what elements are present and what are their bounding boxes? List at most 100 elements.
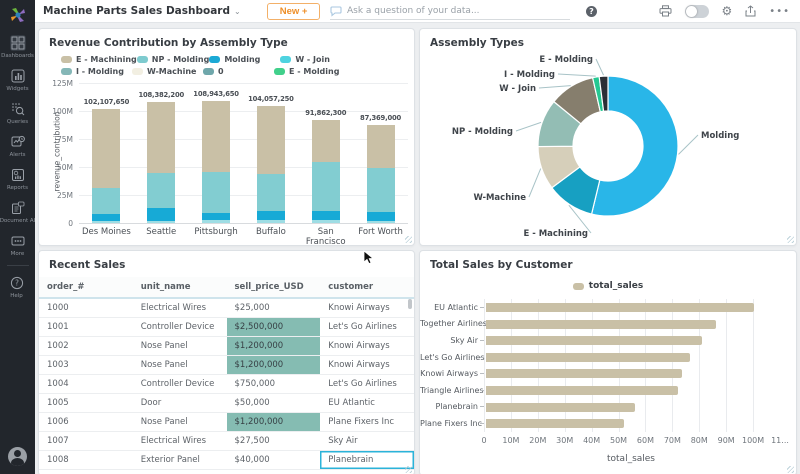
- stacked-bar-segment[interactable]: [366, 168, 395, 212]
- customer-sales-bar[interactable]: [486, 352, 691, 362]
- customer-sales-bar[interactable]: [486, 385, 679, 395]
- table-cell[interactable]: 1003: [39, 355, 133, 375]
- chevron-down-icon[interactable]: ⌄: [234, 7, 241, 16]
- sidebar-item-reports[interactable]: Reports: [1, 162, 34, 195]
- stacked-bar[interactable]: [147, 101, 176, 223]
- stacked-bar-segment[interactable]: [202, 220, 231, 223]
- table-cell[interactable]: Exterior Panel: [132, 450, 227, 470]
- table-scrollbar-thumb[interactable]: [408, 299, 412, 309]
- table-cell[interactable]: Interior Surface: [132, 469, 227, 474]
- resize-handle-icon[interactable]: [787, 236, 794, 243]
- customer-sales-bar[interactable]: [486, 419, 625, 429]
- print-icon[interactable]: [659, 5, 672, 17]
- stacked-bar-segment[interactable]: [366, 220, 395, 223]
- settings-gear-icon[interactable]: ⚙: [722, 5, 733, 17]
- sidebar-item-help[interactable]: ? Help: [0, 270, 33, 303]
- table-cell[interactable]: $750,000: [226, 374, 321, 394]
- stacked-bar-segment[interactable]: [147, 101, 176, 174]
- table-cell[interactable]: Knowi Airways: [320, 336, 414, 356]
- table-cell[interactable]: Controller Device: [132, 317, 227, 337]
- share-icon[interactable]: [745, 5, 756, 17]
- stacked-bar-segment[interactable]: [92, 108, 121, 189]
- table-cell[interactable]: 1002: [39, 336, 133, 356]
- stacked-bar-segment[interactable]: [256, 174, 285, 211]
- table-cell[interactable]: Let's Go Airlines: [320, 374, 414, 394]
- stacked-bar-segment[interactable]: [366, 125, 395, 169]
- table-cell[interactable]: EU Atlantic: [320, 393, 414, 413]
- column-header-unit-name[interactable]: unit_name: [132, 277, 227, 299]
- table-cell[interactable]: Door: [132, 393, 227, 413]
- table-cell[interactable]: $25,000: [226, 298, 321, 318]
- table-cell[interactable]: $40,000: [226, 450, 321, 470]
- stacked-bar-segment[interactable]: [147, 173, 176, 209]
- table-cell[interactable]: 1005: [39, 393, 133, 413]
- more-menu-icon[interactable]: •••: [769, 6, 790, 17]
- table-cell[interactable]: 1009: [39, 469, 133, 474]
- table-cell[interactable]: Let's Go Airlines: [320, 317, 414, 337]
- total-sales-legend[interactable]: total_sales: [420, 281, 796, 291]
- customer-sales-bar[interactable]: [486, 319, 716, 329]
- stacked-bar-segment[interactable]: [311, 211, 340, 220]
- resize-handle-icon[interactable]: [405, 466, 412, 473]
- stacked-bar-segment[interactable]: [256, 210, 285, 221]
- table-cell[interactable]: 1008: [39, 450, 133, 470]
- customer-sales-bar[interactable]: [486, 336, 703, 346]
- table-cell[interactable]: $5,000: [226, 469, 321, 474]
- knowi-logo-icon[interactable]: [0, 0, 35, 30]
- table-cell[interactable]: Planebrain: [320, 450, 414, 470]
- stacked-bar-segment[interactable]: [366, 211, 395, 221]
- table-cell[interactable]: 1007: [39, 431, 133, 451]
- sidebar-item-queries[interactable]: Queries: [1, 96, 34, 129]
- table-cell[interactable]: 1000: [39, 298, 133, 318]
- stacked-bar[interactable]: [202, 101, 231, 223]
- stacked-bar-segment[interactable]: [256, 106, 285, 175]
- stacked-bar[interactable]: [366, 125, 395, 223]
- table-cell[interactable]: Knowi Airways: [320, 298, 414, 318]
- table-cell[interactable]: 1001: [39, 317, 133, 337]
- stacked-bar-segment[interactable]: [311, 161, 340, 212]
- search-input[interactable]: [347, 5, 547, 16]
- customer-sales-bar[interactable]: [486, 303, 755, 312]
- table-cell[interactable]: Nose Panel: [132, 336, 227, 356]
- stacked-bar[interactable]: [92, 108, 121, 223]
- stacked-bar-segment[interactable]: [256, 220, 285, 223]
- sidebar-item-more[interactable]: More: [1, 228, 34, 261]
- table-cell[interactable]: $27,500: [226, 431, 321, 451]
- stacked-bar-segment[interactable]: [147, 208, 176, 222]
- stacked-bar-segment[interactable]: [202, 212, 231, 221]
- table-cell[interactable]: Sky Air: [320, 431, 414, 451]
- table-cell[interactable]: 1006: [39, 412, 133, 432]
- help-badge[interactable]: ?: [586, 5, 597, 17]
- sidebar-item-document-ai[interactable]: Document AI: [0, 195, 35, 228]
- table-cell[interactable]: Plane Fixers Inc: [320, 412, 414, 432]
- column-header-customer[interactable]: customer: [320, 277, 414, 299]
- table-cell[interactable]: $1,200,000: [226, 355, 321, 375]
- table-cell[interactable]: Electrical Wires: [132, 431, 227, 451]
- stacked-bar-segment[interactable]: [311, 120, 340, 162]
- table-cell[interactable]: Together Airlines: [320, 469, 414, 474]
- column-header-sell-price-usd[interactable]: sell_price_USD: [226, 277, 321, 299]
- customer-sales-bar[interactable]: [486, 402, 635, 412]
- stacked-bar-segment[interactable]: [92, 188, 121, 215]
- user-avatar[interactable]: [8, 447, 27, 466]
- theme-toggle[interactable]: [684, 4, 709, 18]
- table-cell[interactable]: Controller Device: [132, 374, 227, 394]
- stacked-bar[interactable]: [311, 120, 340, 223]
- stacked-bar[interactable]: [256, 106, 285, 223]
- table-cell[interactable]: $2,500,000: [226, 317, 321, 337]
- customer-sales-bar[interactable]: [486, 369, 683, 379]
- table-cell[interactable]: Nose Panel: [132, 355, 227, 375]
- resize-handle-icon[interactable]: [787, 466, 794, 473]
- table-cell[interactable]: 1004: [39, 374, 133, 394]
- table-cell[interactable]: Electrical Wires: [132, 298, 227, 318]
- table-cell[interactable]: $1,200,000: [226, 336, 321, 356]
- table-cell[interactable]: Nose Panel: [132, 412, 227, 432]
- column-header-order-[interactable]: order_#: [39, 277, 133, 299]
- stacked-bar-segment[interactable]: [147, 221, 176, 223]
- new-button[interactable]: New +: [266, 2, 321, 20]
- stacked-bar-segment[interactable]: [92, 214, 121, 222]
- stacked-bar-segment[interactable]: [202, 101, 231, 172]
- table-cell[interactable]: $1,200,000: [226, 412, 321, 432]
- table-cell[interactable]: Knowi Airways: [320, 355, 414, 375]
- table-cell[interactable]: $50,000: [226, 393, 321, 413]
